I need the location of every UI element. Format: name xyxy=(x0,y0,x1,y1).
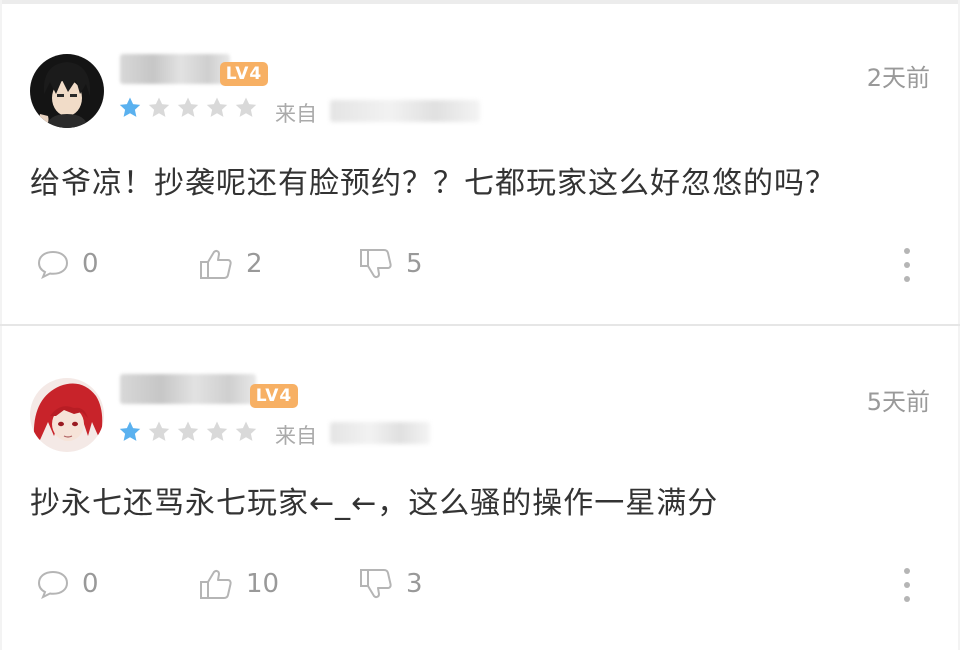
more-dot xyxy=(904,568,910,574)
star-empty-icon xyxy=(235,421,257,441)
username-redacted xyxy=(120,374,256,404)
dislike-count: 5 xyxy=(406,249,423,279)
review-content: 抄永七还骂永七玩家←_←，这么骚的操作一星满分 xyxy=(30,486,719,521)
device-source-label: 来自 xyxy=(275,424,317,448)
level-badge: LV4 xyxy=(220,62,268,86)
username-redacted xyxy=(120,54,230,84)
more-dot xyxy=(904,248,910,254)
more-dot xyxy=(904,276,910,282)
dislike-button[interactable]: 3 xyxy=(358,568,423,600)
more-dot xyxy=(904,262,910,268)
device-source-redacted xyxy=(330,422,430,444)
more-dot xyxy=(904,582,910,588)
review-card: LV4 5天前 来自 抄永七还骂永七玩家←_←，这么骚的操作一星满分 0 10 … xyxy=(0,326,960,650)
reply-button[interactable]: 0 xyxy=(36,569,198,599)
review-list: LV4 2天前 来自 给爷凉！抄袭呢还有脸预约？？七都玩家这么好忽悠的吗？ 0 xyxy=(0,0,960,650)
avatar[interactable] xyxy=(30,378,104,452)
avatar[interactable] xyxy=(30,54,104,128)
like-count: 10 xyxy=(246,569,280,599)
post-time: 5天前 xyxy=(866,388,930,416)
star-rating xyxy=(118,420,258,444)
star-filled-icon xyxy=(119,421,141,441)
thumbs-down-icon xyxy=(360,249,392,279)
avatar-image xyxy=(30,54,104,128)
star-filled-icon xyxy=(119,97,141,117)
review-actions: 0 10 3 xyxy=(36,566,423,602)
post-time: 2天前 xyxy=(866,64,930,92)
star-empty-icon xyxy=(177,421,199,441)
star-empty-icon xyxy=(177,97,199,117)
like-button[interactable]: 2 xyxy=(198,248,358,280)
thumbs-up-icon xyxy=(200,249,232,279)
reply-button[interactable]: 0 xyxy=(36,249,198,279)
reply-count: 0 xyxy=(82,249,99,279)
level-badge: LV4 xyxy=(250,384,298,408)
thumbs-up-icon xyxy=(200,569,232,599)
review-card: LV4 2天前 来自 给爷凉！抄袭呢还有脸预约？？七都玩家这么好忽悠的吗？ 0 xyxy=(0,4,960,324)
star-empty-icon xyxy=(206,97,228,117)
more-icon[interactable] xyxy=(904,248,910,282)
avatar-image xyxy=(30,378,104,452)
star-rating xyxy=(118,96,258,120)
more-dot xyxy=(904,596,910,602)
review-actions: 0 2 5 xyxy=(36,246,423,282)
review-content: 给爷凉！抄袭呢还有脸预约？？七都玩家这么好忽悠的吗？ xyxy=(30,166,836,201)
device-source-redacted xyxy=(330,100,480,122)
like-button[interactable]: 10 xyxy=(198,568,358,600)
like-count: 2 xyxy=(246,249,263,279)
reply-count: 0 xyxy=(82,569,99,599)
reply-icon xyxy=(37,570,69,599)
star-empty-icon xyxy=(148,97,170,117)
device-source-label: 来自 xyxy=(275,102,317,126)
more-icon[interactable] xyxy=(904,568,910,602)
dislike-button[interactable]: 5 xyxy=(358,248,423,280)
reply-icon xyxy=(37,250,69,279)
star-empty-icon xyxy=(148,421,170,441)
thumbs-down-icon xyxy=(360,569,392,599)
star-empty-icon xyxy=(206,421,228,441)
dislike-count: 3 xyxy=(406,569,423,599)
star-empty-icon xyxy=(235,97,257,117)
